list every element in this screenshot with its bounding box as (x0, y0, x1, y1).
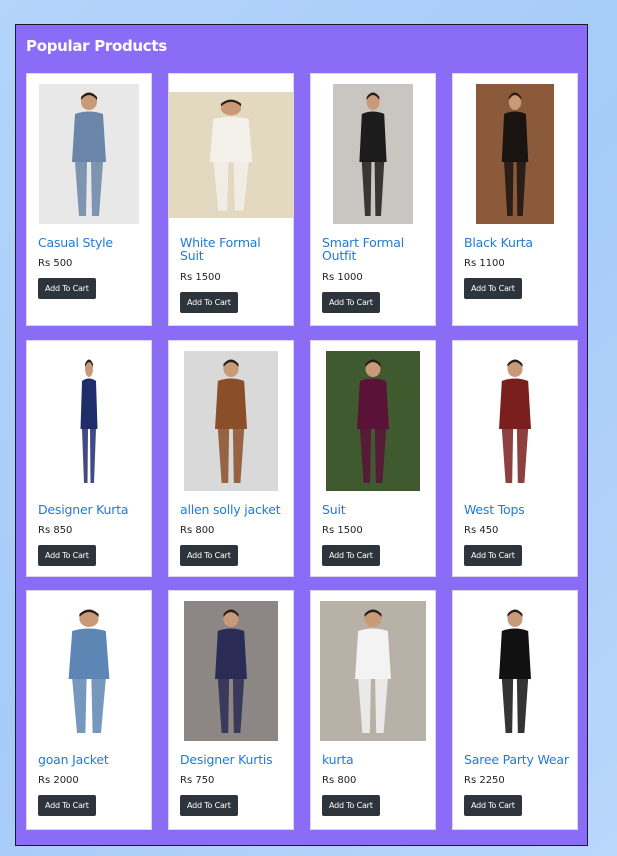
add-to-cart-button[interactable]: Add To Cart (180, 545, 238, 566)
product-price: Rs 800 (322, 775, 357, 786)
add-to-cart-button[interactable]: Add To Cart (464, 795, 522, 816)
woman-brown-leather-jacket-photo[interactable] (184, 351, 278, 491)
man-navy-kurta-photo[interactable] (64, 351, 114, 491)
product-price: Rs 1500 (322, 525, 363, 536)
product-name[interactable]: West Tops (464, 503, 569, 516)
product-card: Saree Party Wear Rs 2250 Add To Cart (452, 590, 578, 830)
kids-denim-jacket-photo[interactable] (29, 601, 149, 741)
popular-products-panel: Popular Products Casual Style Rs 500 Add T… (15, 24, 588, 846)
section-title: Popular Products (26, 37, 167, 55)
woman-black-gold-saree-photo[interactable] (468, 601, 562, 741)
product-price: Rs 1000 (322, 272, 363, 283)
product-card: goan Jacket Rs 2000 Add To Cart (26, 590, 152, 830)
product-price: Rs 1100 (464, 258, 505, 269)
product-card: Designer Kurtis Rs 750 Add To Cart (168, 590, 294, 830)
product-price: Rs 1500 (180, 272, 221, 283)
product-card: Casual Style Rs 500 Add To Cart (26, 73, 152, 326)
product-card: Suit Rs 1500 Add To Cart (310, 340, 436, 577)
product-price: Rs 800 (180, 525, 215, 536)
product-card: Black Kurta Rs 1100 Add To Cart (452, 73, 578, 326)
product-name[interactable]: Designer Kurta (38, 503, 143, 516)
woman-maroon-top-photo[interactable] (468, 351, 562, 491)
product-price: Rs 750 (180, 775, 215, 786)
product-card: Smart Formal Outfit Rs 1000 Add To Cart (310, 73, 436, 326)
product-name[interactable]: Black Kurta (464, 236, 569, 249)
product-price: Rs 450 (464, 525, 499, 536)
product-price: Rs 850 (38, 525, 73, 536)
add-to-cart-button[interactable]: Add To Cart (322, 795, 380, 816)
add-to-cart-button[interactable]: Add To Cart (38, 795, 96, 816)
woman-navy-kurti-photo[interactable] (184, 601, 278, 741)
product-price: Rs 2000 (38, 775, 79, 786)
add-to-cart-button[interactable]: Add To Cart (322, 545, 380, 566)
add-to-cart-button[interactable]: Add To Cart (38, 278, 96, 299)
boy-black-kurta-photo[interactable] (476, 84, 554, 224)
add-to-cart-button[interactable]: Add To Cart (180, 795, 238, 816)
product-card: West Tops Rs 450 Add To Cart (452, 340, 578, 577)
woman-maroon-suit-photo[interactable] (326, 351, 420, 491)
woman-white-suit-photo[interactable] (168, 92, 294, 218)
product-name[interactable]: Suit (322, 503, 427, 516)
product-name[interactable]: Casual Style (38, 236, 143, 249)
product-name[interactable]: allen solly jacket (180, 503, 285, 516)
product-price: Rs 2250 (464, 775, 505, 786)
product-name[interactable]: White Formal Suit (180, 236, 270, 262)
add-to-cart-button[interactable]: Add To Cart (322, 292, 380, 313)
add-to-cart-button[interactable]: Add To Cart (180, 292, 238, 313)
add-to-cart-button[interactable]: Add To Cart (464, 278, 522, 299)
man-black-shirt-grey-pants-photo[interactable] (333, 84, 413, 224)
man-denim-jacket-photo[interactable] (39, 84, 139, 224)
product-card: Designer Kurta Rs 850 Add To Cart (26, 340, 152, 577)
product-name[interactable]: Saree Party Wear (464, 753, 569, 766)
product-card: White Formal Suit Rs 1500 Add To Cart (168, 73, 294, 326)
add-to-cart-button[interactable]: Add To Cart (38, 545, 96, 566)
product-price: Rs 500 (38, 258, 73, 269)
add-to-cart-button[interactable]: Add To Cart (464, 545, 522, 566)
product-card: allen solly jacket Rs 800 Add To Cart (168, 340, 294, 577)
product-card: kurta Rs 800 Add To Cart (310, 590, 436, 830)
product-name[interactable]: Smart Formal Outfit (322, 236, 412, 262)
product-name[interactable]: kurta (322, 753, 427, 766)
woman-white-suit-outdoor-photo[interactable] (320, 601, 426, 741)
product-name[interactable]: goan Jacket (38, 753, 143, 766)
product-name[interactable]: Designer Kurtis (180, 753, 285, 766)
